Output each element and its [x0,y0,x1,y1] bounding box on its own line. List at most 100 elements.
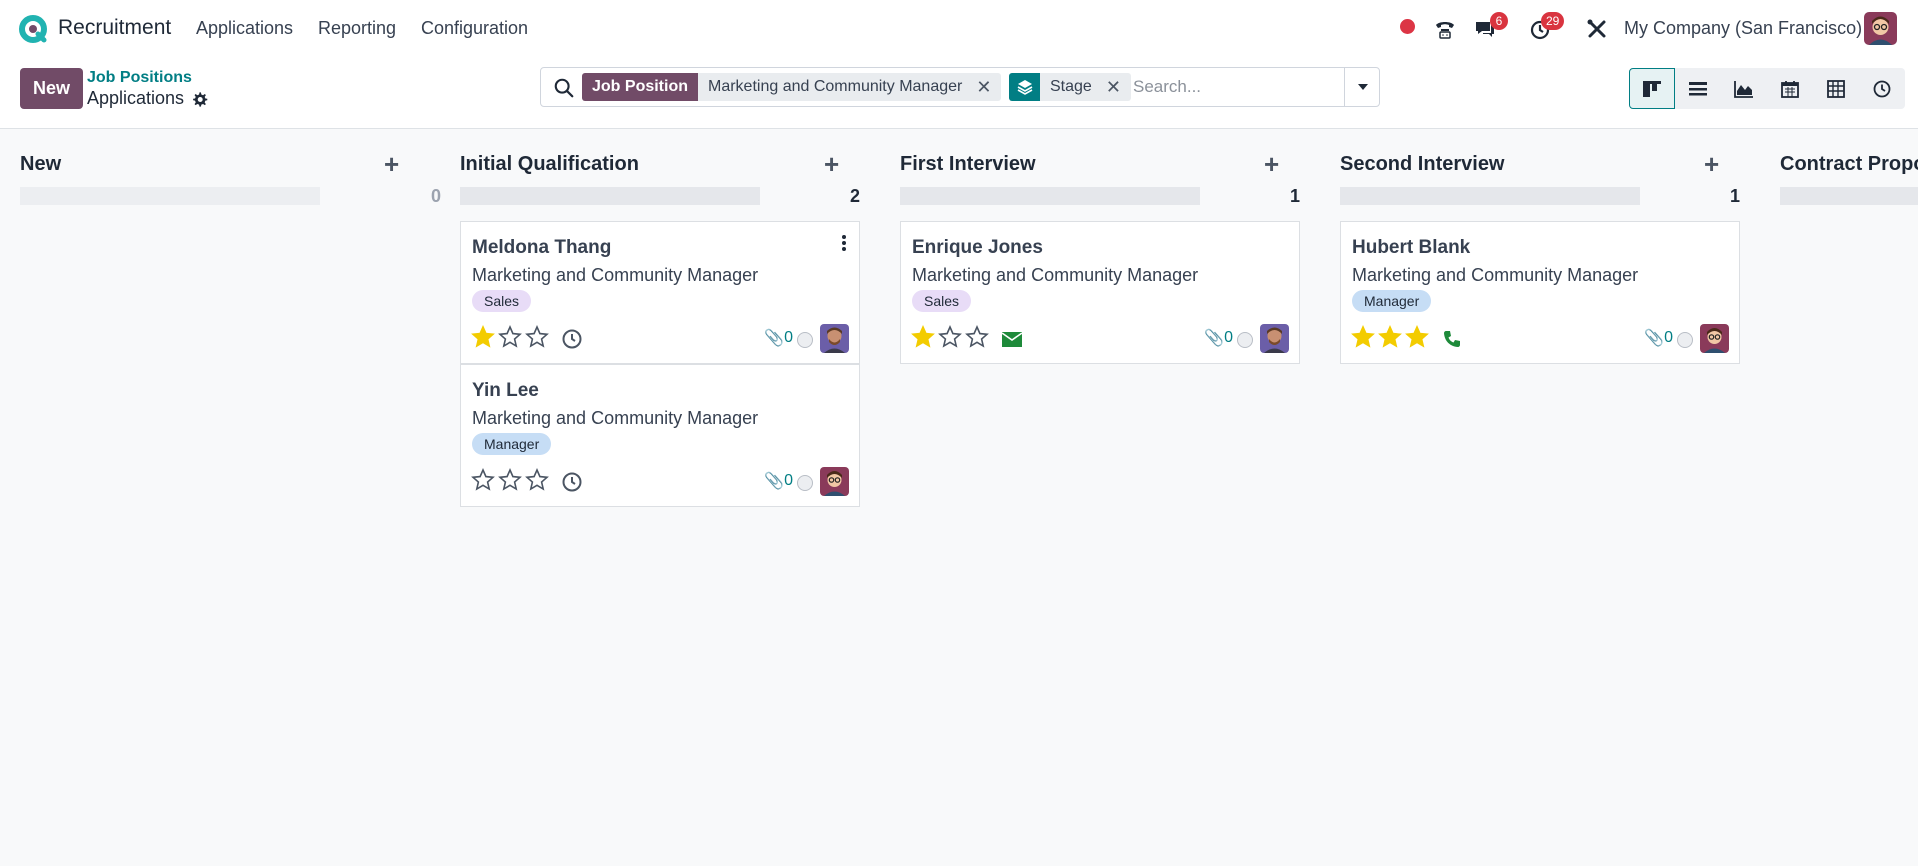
area-chart-icon [1734,80,1753,98]
column-title[interactable]: New [20,153,61,176]
messages-badge: 6 [1490,12,1508,30]
attachments-count[interactable]: 📎 0 [764,328,793,348]
kanban-state-icon[interactable] [1237,332,1253,348]
pivot-view-button[interactable] [1813,68,1859,109]
attachments-count[interactable]: 📎 0 [1644,328,1673,348]
priority-stars[interactable] [911,325,989,349]
star-filled-icon[interactable] [1405,325,1429,349]
priority-stars[interactable] [1351,325,1429,349]
star-empty-icon[interactable] [965,325,989,349]
priority-stars[interactable] [471,468,549,492]
applicant-card[interactable]: Hubert Blank Marketing and Community Man… [1340,221,1740,364]
phone-icon[interactable] [1441,328,1463,350]
phone-icon[interactable] [1432,16,1458,42]
kanban-icon [1643,80,1661,97]
star-empty-icon[interactable] [525,468,549,492]
user-avatar[interactable] [1864,12,1897,45]
tools-icon[interactable] [1584,16,1610,42]
kanban-view-button[interactable] [1629,68,1675,109]
applicant-tag: Sales [472,290,532,312]
star-filled-icon[interactable] [1351,325,1375,349]
calendar-view-button[interactable] [1767,68,1813,109]
applicant-job: Marketing and Community Manager [472,408,759,428]
envelope-icon[interactable] [1001,328,1023,350]
clock-icon[interactable] [561,328,583,350]
column-title[interactable]: Contract Proposal [1780,153,1918,176]
applicant-job: Marketing and Community Manager [1352,265,1639,285]
avatar[interactable] [820,467,849,496]
list-icon [1689,81,1707,95]
applicant-card[interactable]: Enrique Jones Marketing and Community Ma… [900,221,1300,364]
priority-stars[interactable] [471,325,549,349]
close-icon[interactable]: ✕ [1106,77,1121,98]
column-count: 1 [1729,186,1740,206]
column-progress-bar[interactable] [460,187,760,205]
activity-view-button[interactable] [1859,68,1905,109]
kebab-menu-icon[interactable] [841,234,847,252]
recording-status-icon[interactable] [1400,19,1415,34]
column-count: 2 [849,186,860,206]
add-icon[interactable]: + [824,149,839,180]
menu-reporting[interactable]: Reporting [318,18,396,39]
app-name[interactable]: Recruitment [58,16,171,40]
column-title[interactable]: Second Interview [1340,153,1505,176]
top-navbar: Recruitment Applications Reporting Confi… [0,0,1918,57]
column-progress-bar[interactable] [1340,187,1640,205]
attachments-count[interactable]: 📎 0 [1204,328,1233,348]
attachments-value: 0 [784,472,793,489]
list-view-button[interactable] [1675,68,1721,109]
star-filled-icon[interactable] [1378,325,1402,349]
avatar[interactable] [1260,324,1289,353]
add-icon[interactable]: + [384,149,399,180]
menu-applications[interactable]: Applications [196,18,293,39]
app-logo-icon[interactable] [19,15,47,43]
applicant-name: Meldona Thang [472,237,612,258]
new-button[interactable]: New [20,68,83,109]
kanban-state-icon[interactable] [1677,332,1693,348]
menu-configuration[interactable]: Configuration [421,18,528,39]
facet-stage-text: Stage [1050,78,1092,95]
column-progress-bar[interactable] [900,187,1200,205]
facet-job-position: Job Position Marketing and Community Man… [582,73,1002,101]
company-switcher[interactable]: My Company (San Francisco) [1624,18,1862,39]
star-empty-icon[interactable] [471,468,495,492]
calendar-icon [1781,80,1799,98]
kanban-column-contract-proposal: Contract Proposal [1780,129,1918,219]
graph-view-button[interactable] [1721,68,1767,109]
breadcrumb-job-positions[interactable]: Job Positions [87,69,192,87]
avatar[interactable] [820,324,849,353]
facet-job-position-value: Marketing and Community Manager ✕ [698,73,1002,101]
close-icon[interactable]: ✕ [976,77,991,98]
star-filled-icon[interactable] [471,325,495,349]
clock-icon [1873,80,1891,97]
paperclip-icon: 📎 [1204,330,1225,347]
column-progress-bar[interactable] [20,187,320,205]
control-panel: New Job Positions Applications Job Posit… [0,57,1918,129]
caret-down-icon [1357,84,1368,90]
search-options-toggle[interactable] [1344,68,1380,106]
applicant-card[interactable]: Meldona Thang Marketing and Community Ma… [460,221,860,364]
star-empty-icon[interactable] [498,325,522,349]
search-icon[interactable] [553,77,575,99]
kanban-state-icon[interactable] [797,332,813,348]
star-empty-icon[interactable] [938,325,962,349]
search-input[interactable] [1133,76,1343,98]
avatar[interactable] [1700,324,1729,353]
facet-stage-value: Stage ✕ [1040,73,1131,101]
kanban-state-icon[interactable] [797,475,813,491]
add-icon[interactable]: + [1264,149,1279,180]
gear-icon[interactable] [191,91,208,108]
column-title[interactable]: Initial Qualification [460,153,639,176]
star-empty-icon[interactable] [498,468,522,492]
applicant-card[interactable]: Yin Lee Marketing and Community Manager … [460,364,860,507]
star-empty-icon[interactable] [525,325,549,349]
clock-icon[interactable] [561,471,583,493]
column-title[interactable]: First Interview [900,153,1036,176]
column-count: 1 [1289,186,1300,206]
add-icon[interactable]: + [1704,149,1719,180]
view-switcher [1629,68,1905,109]
paperclip-icon: 📎 [1644,330,1665,347]
attachments-count[interactable]: 📎 0 [764,471,793,491]
column-progress-bar[interactable] [1780,187,1918,205]
star-filled-icon[interactable] [911,325,935,349]
